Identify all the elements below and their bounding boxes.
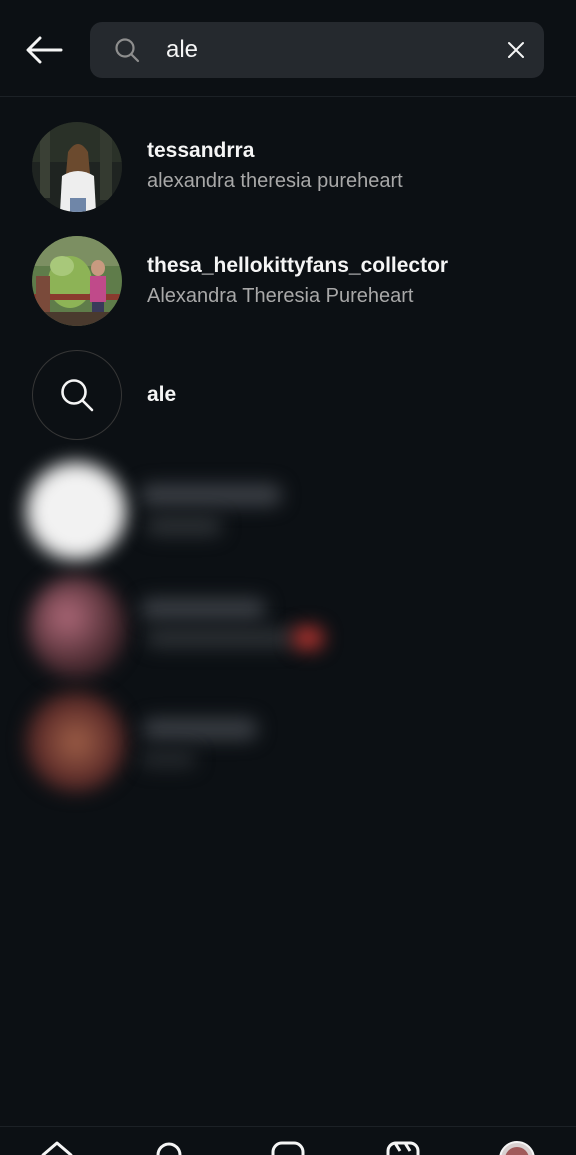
search-query-suggestion[interactable]: ale xyxy=(0,342,576,446)
explore-icon xyxy=(156,1142,182,1155)
query-suggestion-label: ale xyxy=(147,383,177,406)
search-result-row[interactable]: tessandrra alexandra theresia pureheart xyxy=(0,114,576,218)
create-icon xyxy=(271,1141,305,1155)
result-full-name: Alexandra Theresia Pureheart xyxy=(147,285,414,307)
search-icon xyxy=(115,38,140,63)
search-result-row[interactable]: thesa_hellokittyfans_collector Alexandra… xyxy=(0,228,576,332)
nav-explore[interactable] xyxy=(146,1139,196,1155)
search-icon xyxy=(61,379,94,412)
avatar-photo xyxy=(32,236,122,326)
blurred-text xyxy=(140,484,282,506)
blurred-badge xyxy=(292,626,324,650)
search-input[interactable] xyxy=(166,22,496,78)
nav-profile[interactable] xyxy=(492,1139,542,1155)
blurred-text xyxy=(146,516,222,536)
avatar xyxy=(32,236,122,326)
result-username: thesa_hellokittyfans_collector xyxy=(147,254,449,277)
profile-avatar xyxy=(499,1141,535,1155)
bottom-navigation-bar xyxy=(0,1126,576,1155)
blurred-text xyxy=(140,750,196,768)
blurred-result-row[interactable] xyxy=(0,688,576,792)
nav-home[interactable] xyxy=(32,1139,82,1155)
reels-icon xyxy=(386,1141,420,1155)
clear-search-button[interactable] xyxy=(504,38,528,62)
result-username: tessandrra xyxy=(147,139,255,162)
blurred-avatar xyxy=(26,692,126,792)
result-full-name: alexandra theresia pureheart xyxy=(147,170,403,192)
avatar xyxy=(32,122,122,212)
search-header xyxy=(0,0,576,97)
blurred-result-row[interactable] xyxy=(0,572,576,678)
back-button[interactable] xyxy=(22,30,66,70)
blurred-avatar xyxy=(28,576,126,678)
blurred-result-row[interactable] xyxy=(0,458,576,562)
nav-reels[interactable] xyxy=(378,1139,428,1155)
blurred-text xyxy=(140,598,266,620)
blurred-avatar xyxy=(26,462,126,560)
blurred-text xyxy=(142,718,258,740)
arrow-left-icon xyxy=(26,36,63,64)
nav-create[interactable] xyxy=(263,1139,313,1155)
home-icon xyxy=(41,1141,73,1155)
blurred-text xyxy=(146,628,296,648)
search-field[interactable] xyxy=(90,22,544,78)
query-search-circle xyxy=(32,350,122,440)
close-icon xyxy=(508,42,524,58)
avatar-photo xyxy=(32,122,122,212)
